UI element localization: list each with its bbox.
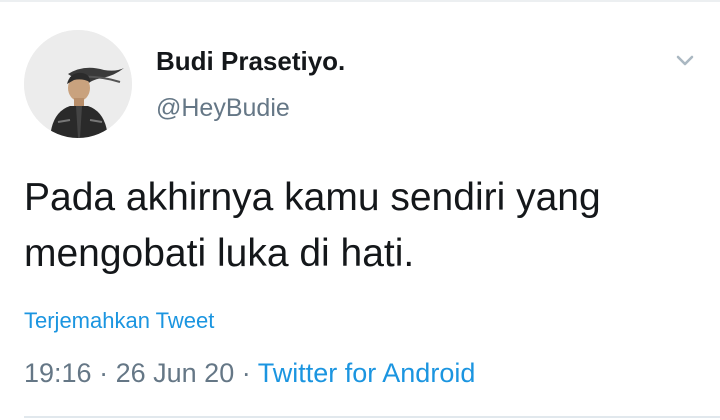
avatar[interactable] bbox=[24, 30, 132, 138]
tweet-text: Pada akhirnya kamu sendiri yang mengobat… bbox=[24, 176, 601, 275]
chevron-down-icon bbox=[676, 55, 694, 66]
tweet-date[interactable]: 26 Jun 20 bbox=[116, 358, 235, 388]
translate-tweet-link[interactable]: Terjemahkan Tweet bbox=[24, 308, 214, 334]
display-name[interactable]: Budi Prasetiyo. bbox=[156, 46, 345, 77]
tweet-time[interactable]: 19:16 bbox=[24, 358, 92, 388]
tweet-source-link[interactable]: Twitter for Android bbox=[258, 358, 476, 388]
profile-photo-icon bbox=[24, 30, 132, 138]
meta-separator: · bbox=[99, 358, 109, 388]
user-handle[interactable]: @HeyBudie bbox=[156, 94, 290, 123]
more-options-button[interactable] bbox=[670, 46, 700, 76]
tweet-card: Budi Prasetiyo. @HeyBudie Pada akhirnya … bbox=[0, 0, 720, 420]
meta-separator: · bbox=[241, 358, 251, 388]
bottom-divider bbox=[24, 416, 720, 418]
tweet-meta: 19:16 · 26 Jun 20 · Twitter for Android bbox=[24, 358, 475, 389]
top-divider bbox=[0, 0, 720, 2]
